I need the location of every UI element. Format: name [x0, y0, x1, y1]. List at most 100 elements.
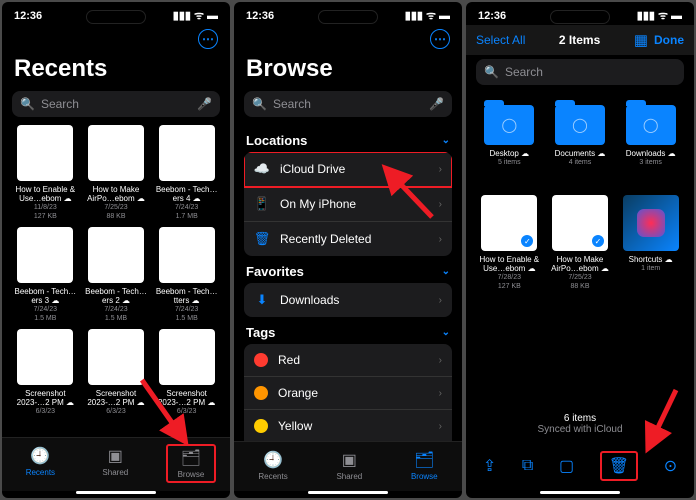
- select-all-button[interactable]: Select All: [476, 33, 525, 47]
- cloud-icon: ☁: [668, 149, 676, 158]
- tab-browse[interactable]: 🗂Browse: [166, 444, 217, 483]
- search-field[interactable]: 🔍 Search 🎤: [244, 91, 452, 117]
- file-name: How to Make AirPo…ebom ☁: [547, 255, 614, 273]
- favorites-header[interactable]: Favorites ⌄: [244, 256, 452, 283]
- tab-label: Recents: [258, 472, 287, 481]
- phone-screen-select: 12:36 ▮▮▮ ᯤ ▬ Select All 2 Items ▦ Done …: [466, 2, 694, 498]
- file-item[interactable]: ✓How to Enable & Use…ebom ☁ 7/28/23 127 …: [476, 195, 543, 291]
- more-icon[interactable]: ⊙: [664, 456, 677, 476]
- file-name: Screenshot 2023-…2 PM ☁: [12, 389, 79, 407]
- file-item[interactable]: Screenshot 2023-…2 PM ☁ 6/3/23: [153, 329, 220, 416]
- search-icon: 🔍: [252, 97, 267, 111]
- dynamic-island: [86, 10, 146, 24]
- trash-icon[interactable]: 🗑: [600, 451, 638, 481]
- shortcuts-thumbnail: [623, 195, 679, 251]
- shared-icon: ▣: [108, 446, 123, 466]
- file-thumbnail: [17, 125, 73, 181]
- list-row-downloads[interactable]: ⬇Downloads›: [244, 283, 452, 317]
- download-icon: ⬇: [254, 292, 270, 308]
- file-size: 1.7 MB: [176, 212, 198, 221]
- file-name: How to Enable & Use…ebom ☁: [476, 255, 543, 273]
- file-item[interactable]: Beebom - Tech…tters ☁ 7/24/23 1.5 MB: [153, 227, 220, 323]
- tab-recents[interactable]: 🕘Recents: [16, 444, 65, 483]
- file-item[interactable]: Screenshot 2023-…2 PM ☁ 6/3/23: [12, 329, 79, 416]
- home-indicator[interactable]: [540, 491, 620, 494]
- file-thumbnail: [159, 227, 215, 283]
- file-item[interactable]: Beebom - Tech…ers 3 ☁ 7/24/23 1.5 MB: [12, 227, 79, 323]
- tags-header[interactable]: Tags ⌄: [244, 317, 452, 344]
- folder-name: Downloads ☁: [626, 149, 676, 158]
- tab-shared[interactable]: ▣Shared: [326, 448, 372, 483]
- home-indicator[interactable]: [76, 491, 156, 494]
- grid-view-icon[interactable]: ▦: [634, 31, 648, 49]
- file-date: 6/3/23: [177, 407, 196, 416]
- folder-item[interactable]: ◯ Desktop ☁ 5 items: [476, 93, 543, 167]
- row-label: Red: [278, 353, 300, 367]
- cloud-icon: ☁: [193, 194, 201, 203]
- list-row-recently-deleted[interactable]: 🗑Recently Deleted›: [244, 222, 452, 256]
- signal-icon: ▮▮▮: [173, 9, 191, 22]
- file-item[interactable]: Screenshot 2023-…2 PM ☁ 6/3/23: [83, 329, 150, 416]
- locations-header[interactable]: Locations ⌄: [244, 125, 452, 152]
- row-label: Orange: [278, 386, 318, 400]
- file-item[interactable]: Beebom - Tech…ers 4 ☁ 7/24/23 1.7 MB: [153, 125, 220, 221]
- folder-item[interactable]: ◯ Documents ☁ 4 items: [547, 93, 614, 167]
- iphone-icon: 📱: [254, 196, 270, 212]
- status-time: 12:36: [246, 10, 274, 22]
- more-button[interactable]: ⋯: [430, 29, 450, 49]
- chevron-right-icon: ›: [439, 295, 442, 306]
- file-item[interactable]: ✓How to Make AirPo…ebom ☁ 7/25/23 88 KB: [547, 195, 614, 291]
- file-item[interactable]: How to Make AirPo…ebom ☁ 7/25/23 88 KB: [83, 125, 150, 221]
- mic-icon[interactable]: 🎤: [197, 97, 212, 111]
- home-indicator[interactable]: [308, 491, 388, 494]
- list-row-orange[interactable]: Orange›: [244, 377, 452, 410]
- recents-icon: 🕘: [263, 450, 283, 470]
- cloud-icon: ☁: [66, 398, 74, 407]
- tab-shared[interactable]: ▣Shared: [92, 444, 138, 483]
- folder-icon[interactable]: ▢: [559, 456, 574, 476]
- search-field[interactable]: 🔍 Search 🎤: [12, 91, 220, 117]
- file-date: 7/24/23: [104, 305, 127, 314]
- file-size: 88 KB: [106, 212, 125, 221]
- file-item[interactable]: Beebom - Tech…ers 2 ☁ 7/24/23 1.5 MB: [83, 227, 150, 323]
- status-icons: ▮▮▮ ᯤ ▬: [173, 8, 218, 23]
- list-row-red[interactable]: Red›: [244, 344, 452, 377]
- icloud-grid[interactable]: ◯ Desktop ☁ 5 items◯ Documents ☁ 4 items…: [466, 93, 694, 407]
- file-thumbnail: [17, 329, 73, 385]
- status-bar: 12:36 ▮▮▮ ᯤ ▬: [466, 2, 694, 25]
- search-field[interactable]: 🔍 Search: [476, 59, 684, 85]
- cloud-icon: ☁: [597, 149, 605, 158]
- tab-browse[interactable]: 🗂Browse: [401, 448, 448, 483]
- list-row-yellow[interactable]: Yellow›: [244, 410, 452, 441]
- file-name: Beebom - Tech…tters ☁: [153, 287, 220, 305]
- tab-label: Browse: [178, 470, 205, 479]
- row-label: Yellow: [278, 419, 312, 433]
- folder-item[interactable]: ◯ Downloads ☁ 3 items: [617, 93, 684, 167]
- list-row-icloud-drive[interactable]: ☁️iCloud Drive›: [244, 152, 452, 187]
- browse-content[interactable]: Locations ⌄ ☁️iCloud Drive›📱On My iPhone…: [234, 125, 462, 441]
- file-date: 7/25/23: [568, 273, 591, 282]
- file-date: 7/24/23: [175, 203, 198, 212]
- done-button[interactable]: Done: [654, 33, 684, 47]
- share-icon[interactable]: ⇪: [483, 456, 496, 476]
- duplicate-icon[interactable]: ⧉: [522, 457, 533, 475]
- wifi-icon: ᯤ: [658, 8, 668, 23]
- file-thumbnail: [88, 227, 144, 283]
- mic-icon[interactable]: 🎤: [429, 97, 444, 111]
- tab-recents[interactable]: 🕘 Recents: [248, 448, 297, 483]
- cloud-icon: ☁: [51, 296, 59, 305]
- file-name: How to Enable & Use…ebom ☁: [12, 185, 79, 203]
- file-date: 7/24/23: [175, 305, 198, 314]
- file-date: 6/3/23: [36, 407, 55, 416]
- status-time: 12:36: [14, 10, 42, 22]
- status-bar: 12:36 ▮▮▮ ᯤ ▬: [234, 2, 462, 25]
- file-item[interactable]: Shortcuts ☁ 1 item: [617, 195, 684, 291]
- status-icons: ▮▮▮ ᯤ ▬: [637, 8, 682, 23]
- tab-label: Recents: [26, 468, 55, 477]
- recents-grid[interactable]: How to Enable & Use…ebom ☁ 11/8/23 127 K…: [2, 125, 230, 437]
- file-item[interactable]: How to Enable & Use…ebom ☁ 11/8/23 127 K…: [12, 125, 79, 221]
- search-icon: 🔍: [20, 97, 35, 111]
- phone-screen-browse: 12:36 ▮▮▮ ᯤ ▬ ⋯ Browse 🔍 Search 🎤 Locati…: [234, 2, 462, 498]
- list-row-on-my-iphone[interactable]: 📱On My iPhone›: [244, 187, 452, 222]
- more-button[interactable]: ⋯: [198, 29, 218, 49]
